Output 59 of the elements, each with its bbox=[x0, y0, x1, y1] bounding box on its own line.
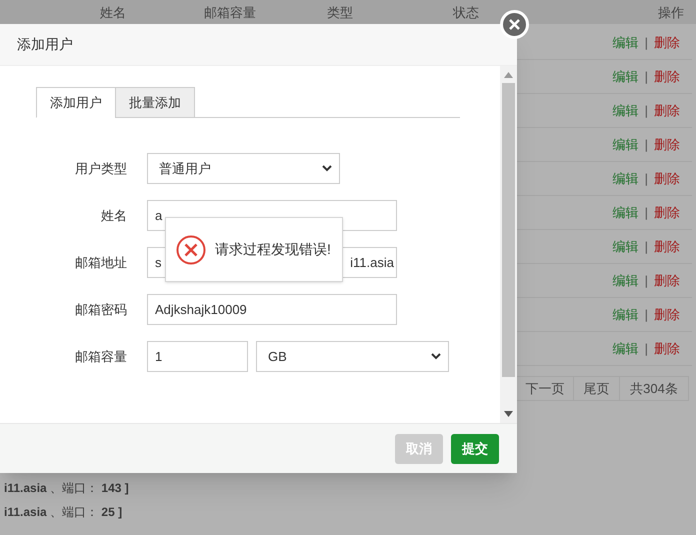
field-label: 姓名 bbox=[100, 206, 127, 225]
submit-button[interactable]: 提交 bbox=[451, 434, 499, 464]
column-header: 类型 bbox=[327, 4, 353, 22]
edit-link[interactable]: 编辑 bbox=[612, 304, 639, 324]
field-label: 用户类型 bbox=[74, 160, 127, 178]
delete-link[interactable]: 删除 bbox=[654, 100, 680, 120]
column-header: 操作 bbox=[658, 4, 684, 22]
error-icon bbox=[176, 234, 206, 264]
delete-link[interactable]: 删除 bbox=[654, 168, 680, 188]
tab[interactable]: 添加用户 bbox=[36, 87, 116, 118]
delete-link[interactable]: 删除 bbox=[654, 270, 680, 290]
separator: | bbox=[644, 272, 648, 290]
separator: | bbox=[644, 204, 648, 222]
column-header: 邮箱容量 bbox=[204, 4, 256, 22]
separator: | bbox=[644, 238, 648, 256]
edit-link[interactable]: 编辑 bbox=[612, 202, 639, 222]
field-label: 邮箱密码 bbox=[74, 300, 127, 319]
chevron-down-icon bbox=[322, 165, 332, 172]
separator: | bbox=[644, 102, 648, 120]
delete-link[interactable]: 删除 bbox=[654, 236, 680, 256]
field-label: 邮箱地址 bbox=[74, 254, 127, 272]
edit-link[interactable]: 编辑 bbox=[612, 134, 639, 154]
separator: | bbox=[644, 136, 648, 154]
separator: | bbox=[644, 68, 648, 86]
tab[interactable]: 批量添加 bbox=[115, 87, 195, 118]
pagination-button[interactable]: 共304条 bbox=[619, 376, 689, 401]
edit-link[interactable]: 编辑 bbox=[612, 236, 639, 256]
delete-link[interactable]: 删除 bbox=[654, 338, 680, 358]
separator: | bbox=[644, 170, 648, 188]
edit-link[interactable]: 编辑 bbox=[612, 168, 639, 188]
server-info-text: i11.asia 、端口： 25 ] bbox=[4, 504, 122, 521]
edit-link[interactable]: 编辑 bbox=[612, 270, 639, 290]
separator: | bbox=[644, 306, 648, 324]
scrollbar[interactable] bbox=[500, 66, 517, 423]
server-info-text: i11.asia 、端口： 143 ] bbox=[4, 480, 129, 497]
delete-link[interactable]: 删除 bbox=[654, 304, 680, 324]
delete-link[interactable]: 删除 bbox=[654, 202, 680, 222]
scroll-down-icon[interactable] bbox=[504, 411, 513, 417]
delete-link[interactable]: 删除 bbox=[654, 66, 680, 86]
delete-link[interactable]: 删除 bbox=[654, 32, 680, 52]
input-field[interactable]: 1 bbox=[147, 341, 248, 372]
pagination-button[interactable]: 尾页 bbox=[573, 376, 620, 401]
column-header: 姓名 bbox=[100, 4, 126, 22]
field-label: 邮箱容量 bbox=[74, 348, 127, 366]
unit-select[interactable]: GB bbox=[256, 341, 449, 372]
edit-link[interactable]: 编辑 bbox=[612, 66, 639, 86]
edit-link[interactable]: 编辑 bbox=[612, 32, 639, 52]
column-header: 状态 bbox=[453, 4, 479, 22]
delete-link[interactable]: 删除 bbox=[654, 134, 680, 154]
close-icon bbox=[509, 19, 520, 30]
dialog-title: 添加用户 bbox=[17, 35, 73, 54]
chevron-down-icon bbox=[431, 353, 441, 360]
edit-link[interactable]: 编辑 bbox=[612, 100, 639, 120]
error-message: 请求过程发现错误! bbox=[215, 240, 331, 259]
separator: | bbox=[644, 34, 648, 52]
separator: | bbox=[644, 340, 648, 358]
user-type-select[interactable]: 普通用户 bbox=[147, 153, 340, 184]
input-field[interactable]: Adjkshajk10009 bbox=[147, 294, 397, 325]
edit-link[interactable]: 编辑 bbox=[612, 338, 639, 358]
